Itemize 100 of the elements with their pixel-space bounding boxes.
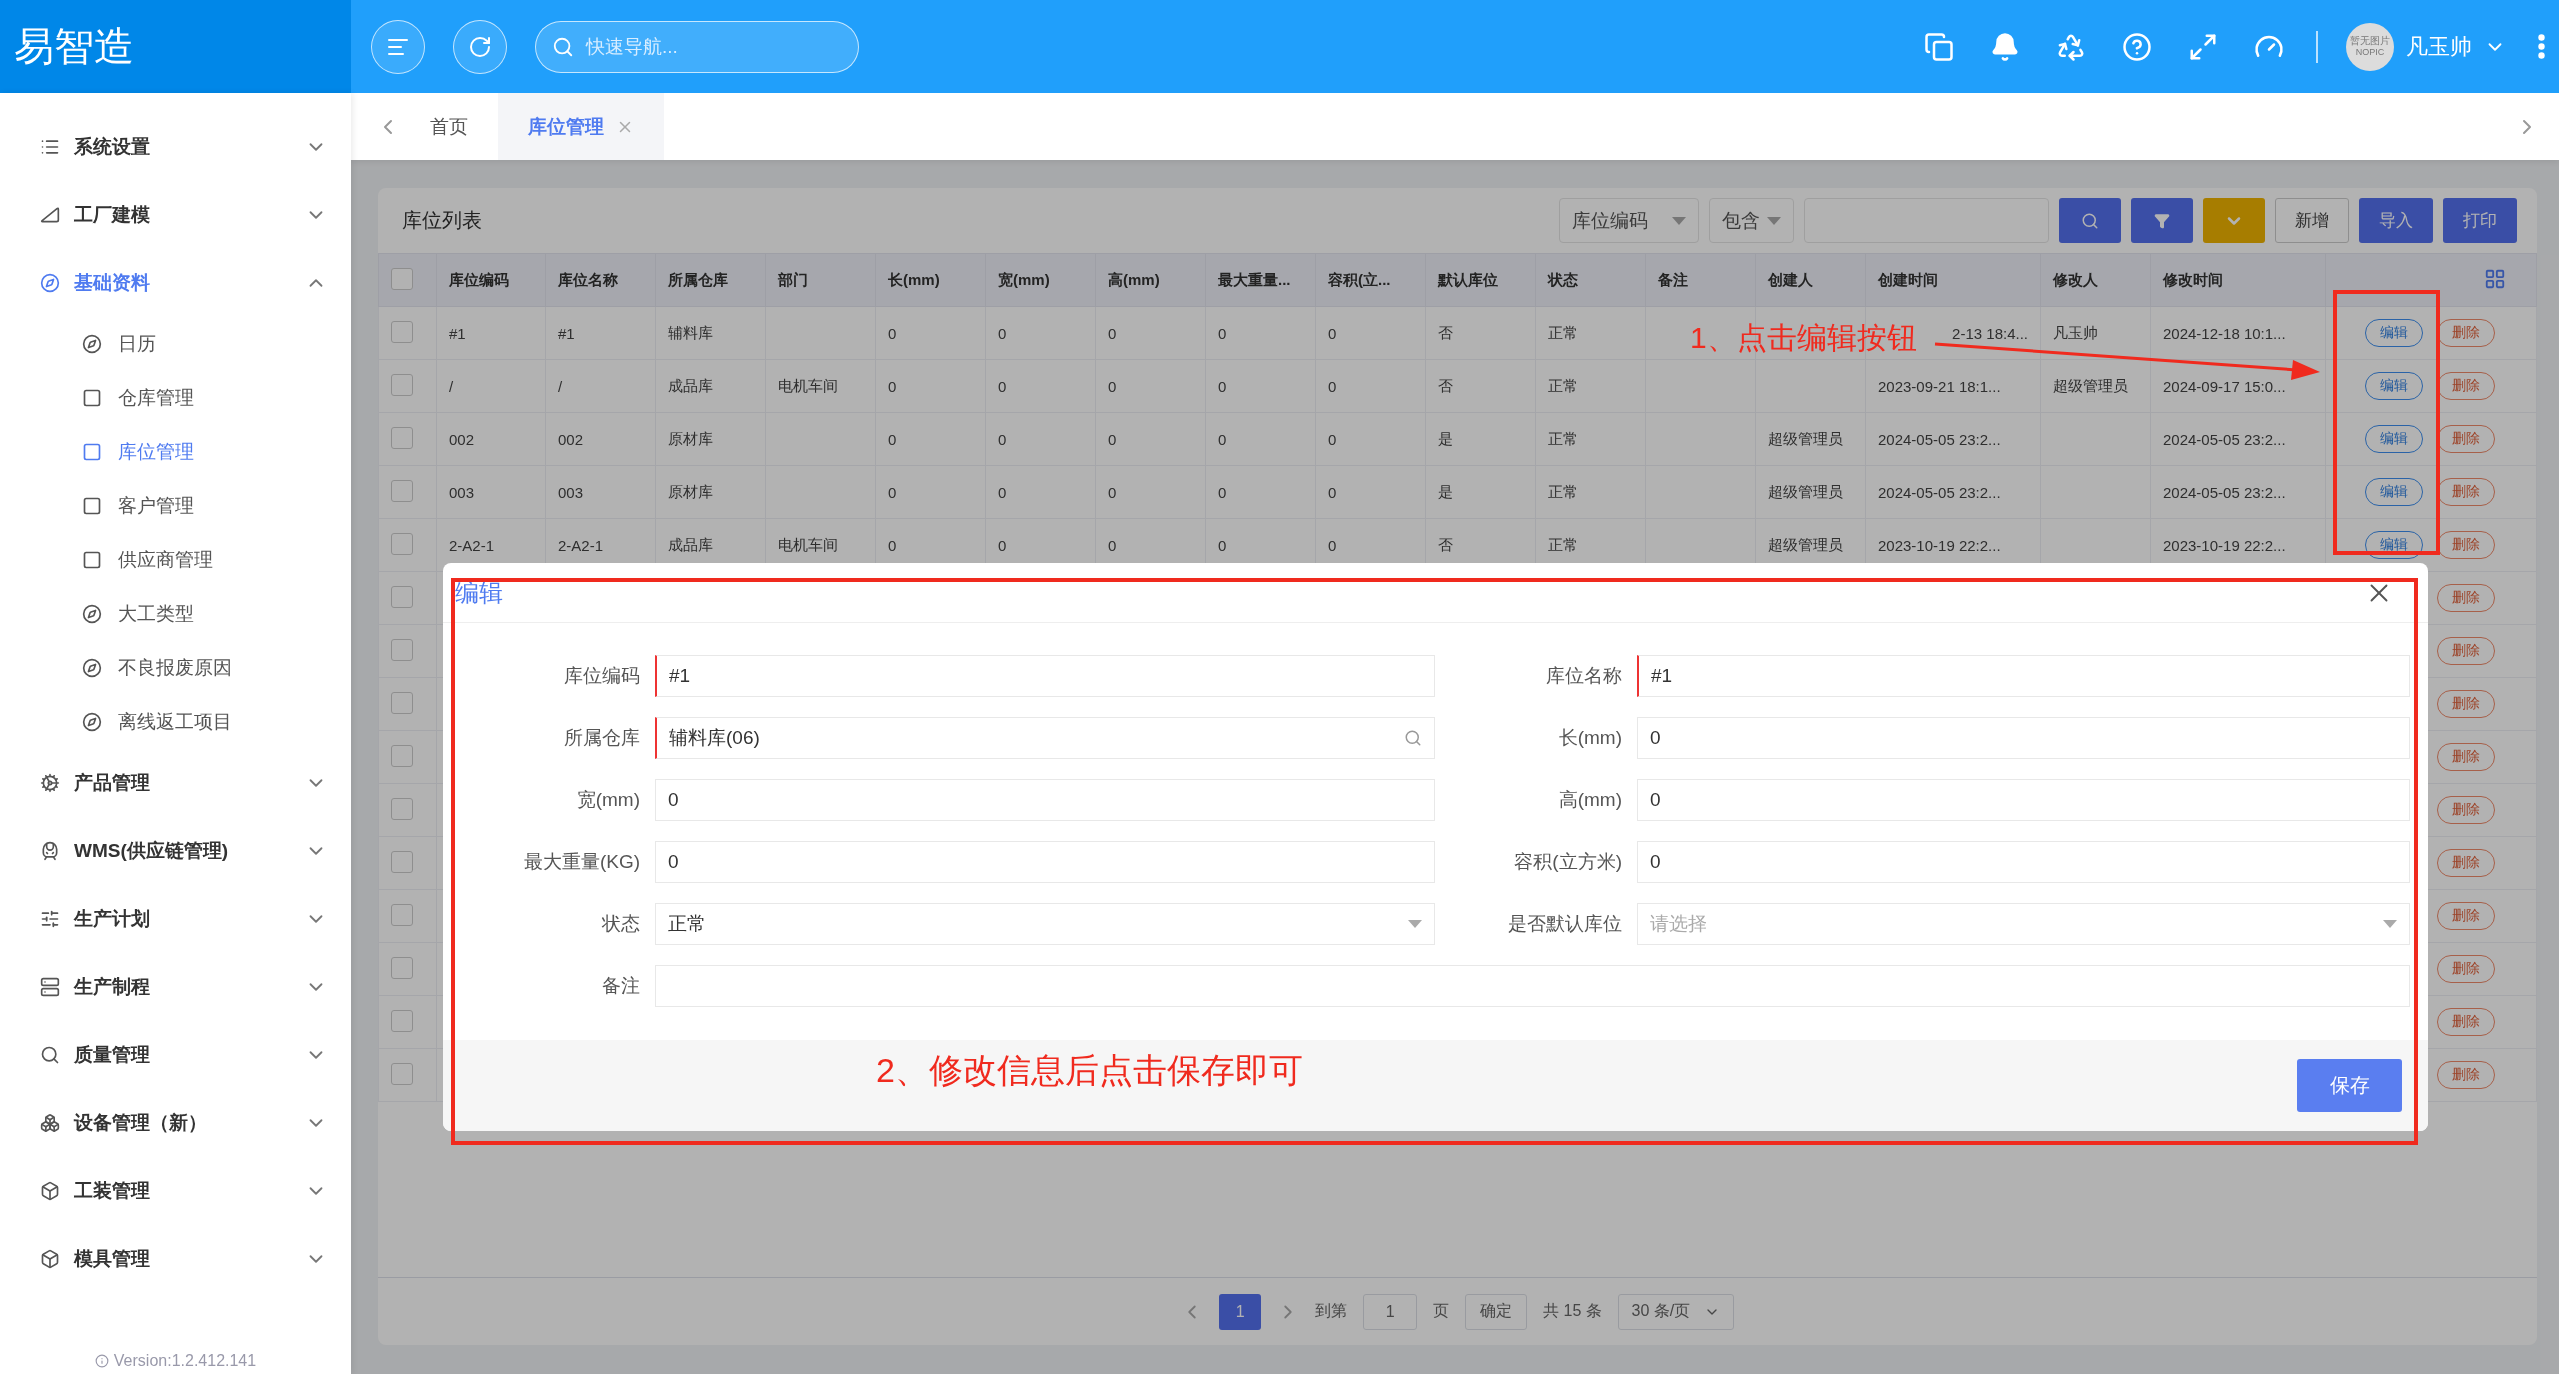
column-header: 备注 (1645, 253, 1756, 307)
checkbox[interactable] (391, 426, 413, 449)
edit-button[interactable]: 编辑 (2365, 319, 2423, 347)
input-field[interactable]: #1 (1637, 655, 2410, 697)
checkbox[interactable] (391, 585, 413, 608)
sidebar-item[interactable]: 系统设置 (0, 113, 351, 181)
delete-button[interactable]: 删除 (2437, 584, 2495, 612)
field-select[interactable]: 库位编码 (1559, 198, 1699, 243)
delete-button[interactable]: 删除 (2437, 425, 2495, 453)
sidebar-subitem[interactable]: 不良报废原因 (0, 641, 351, 695)
delete-button[interactable]: 删除 (2437, 1008, 2495, 1036)
checkbox[interactable] (391, 903, 413, 926)
select-field[interactable]: 正常 (655, 903, 1435, 945)
checkbox[interactable] (391, 1009, 413, 1032)
table-cell: 0 (1218, 430, 1227, 448)
checkbox[interactable] (391, 850, 413, 873)
input-field[interactable]: #1 (655, 655, 1435, 697)
info-icon (94, 1354, 109, 1368)
sidebar-subitem[interactable]: 离线返工项目 (0, 695, 351, 749)
checkbox[interactable] (391, 320, 413, 343)
sidebar-item[interactable]: 生产制程 (0, 953, 351, 1021)
filter-button[interactable] (2131, 198, 2193, 243)
windows-icon (1924, 31, 1954, 62)
checkbox[interactable] (391, 532, 413, 555)
notifications-button[interactable] (1990, 31, 2020, 62)
input-field[interactable]: 0 (1637, 841, 2410, 883)
sidebar-item[interactable]: 产品管理 (0, 749, 351, 817)
column-header: 默认库位 (1425, 253, 1536, 307)
checkbox[interactable] (391, 691, 413, 714)
input-field[interactable]: 0 (655, 779, 1435, 821)
expand-button[interactable] (2203, 198, 2265, 243)
operator-select[interactable]: 包含 (1709, 198, 1794, 243)
table-cell: 0 (888, 483, 897, 501)
delete-button[interactable]: 删除 (2437, 796, 2495, 824)
delete-button[interactable]: 删除 (2437, 955, 2495, 983)
select-field[interactable]: 请选择 (1637, 903, 2410, 945)
checkbox[interactable] (391, 373, 413, 396)
delete-button[interactable]: 删除 (2437, 372, 2495, 400)
checkbox[interactable] (391, 744, 413, 767)
delete-button[interactable]: 删除 (2437, 743, 2495, 771)
sidebar-item[interactable]: 工装管理 (0, 1157, 351, 1225)
page-input[interactable]: 1 (1363, 1293, 1418, 1330)
sidebar-subitem[interactable]: 供应商管理 (0, 533, 351, 587)
page-size-select[interactable]: 30 条/页 (1617, 1293, 1734, 1330)
sidebar-subitem[interactable]: 客户管理 (0, 479, 351, 533)
checkbox[interactable] (391, 797, 413, 820)
edit-button[interactable]: 编辑 (2365, 478, 2423, 506)
sidebar-subitem[interactable]: 大工类型 (0, 587, 351, 641)
sidebar-item[interactable]: 生产计划 (0, 885, 351, 953)
fullscreen-button[interactable] (2188, 31, 2218, 62)
table-cell: 2024-12-18 10:1... (2163, 324, 2286, 342)
help-button[interactable] (2122, 31, 2152, 62)
page-button[interactable]: 1 (1219, 1293, 1262, 1330)
menu-button[interactable] (371, 19, 425, 74)
toolbar-button[interactable]: 导入 (2359, 198, 2433, 243)
sidebar-item[interactable]: 质量管理 (0, 1021, 351, 1089)
input-field[interactable]: 0 (655, 841, 1435, 883)
sidebar-item[interactable]: 设备管理（新） (0, 1089, 351, 1157)
checkbox[interactable] (391, 1062, 413, 1085)
save-button[interactable]: 保存 (2297, 1059, 2402, 1112)
tab[interactable]: 首页 (400, 93, 498, 160)
edit-button[interactable]: 编辑 (2365, 425, 2423, 453)
input-field[interactable]: 0 (1637, 717, 2410, 759)
confirm-button[interactable]: 确定 (1465, 1293, 1528, 1330)
toolbar-button[interactable]: 打印 (2443, 198, 2517, 243)
search-button[interactable] (2059, 198, 2121, 243)
delete-button[interactable]: 删除 (2437, 531, 2495, 559)
edit-button[interactable]: 编辑 (2365, 372, 2423, 400)
search-icon[interactable] (1404, 729, 1422, 747)
checkbox[interactable] (391, 638, 413, 661)
sidebar-item[interactable]: WMS(供应链管理) (0, 817, 351, 885)
sidebar-subitem[interactable]: 仓库管理 (0, 371, 351, 425)
input-field[interactable]: 0 (1637, 779, 2410, 821)
more-button[interactable] (2538, 34, 2545, 59)
expand-arrows-icon (2188, 31, 2218, 62)
delete-button[interactable]: 删除 (2437, 1061, 2495, 1089)
delete-button[interactable]: 删除 (2437, 478, 2495, 506)
table-cell: 0 (998, 377, 1007, 395)
sidebar-subitem[interactable]: 日历 (0, 317, 351, 371)
windows-button[interactable] (1924, 31, 1954, 62)
table-cell: 否 (1438, 376, 1453, 394)
delete-button[interactable]: 删除 (2437, 637, 2495, 665)
columns-icon[interactable] (2484, 267, 2506, 290)
refresh-button[interactable] (453, 19, 507, 74)
tab[interactable]: 库位管理 (498, 93, 664, 160)
user-menu[interactable]: 暂无图片 NOPIC 凡玉帅 (2346, 22, 2506, 71)
delete-button[interactable]: 删除 (2437, 902, 2495, 930)
checkbox[interactable] (391, 267, 413, 290)
delete-button[interactable]: 删除 (2437, 690, 2495, 718)
input-field[interactable]: 辅料库(06) (655, 717, 1435, 759)
sidebar-item[interactable]: 工厂建模 (0, 181, 351, 249)
delete-button[interactable]: 删除 (2437, 319, 2495, 347)
table-cell: / (558, 377, 563, 395)
checkbox[interactable] (391, 479, 413, 502)
add-button[interactable]: 新增 (2275, 198, 2349, 243)
sidebar-item[interactable]: 基础资料 (0, 249, 351, 317)
checkbox[interactable] (391, 956, 413, 979)
sidebar-item[interactable]: 模具管理 (0, 1225, 351, 1293)
sidebar-subitem[interactable]: 库位管理 (0, 425, 351, 479)
delete-button[interactable]: 删除 (2437, 849, 2495, 877)
